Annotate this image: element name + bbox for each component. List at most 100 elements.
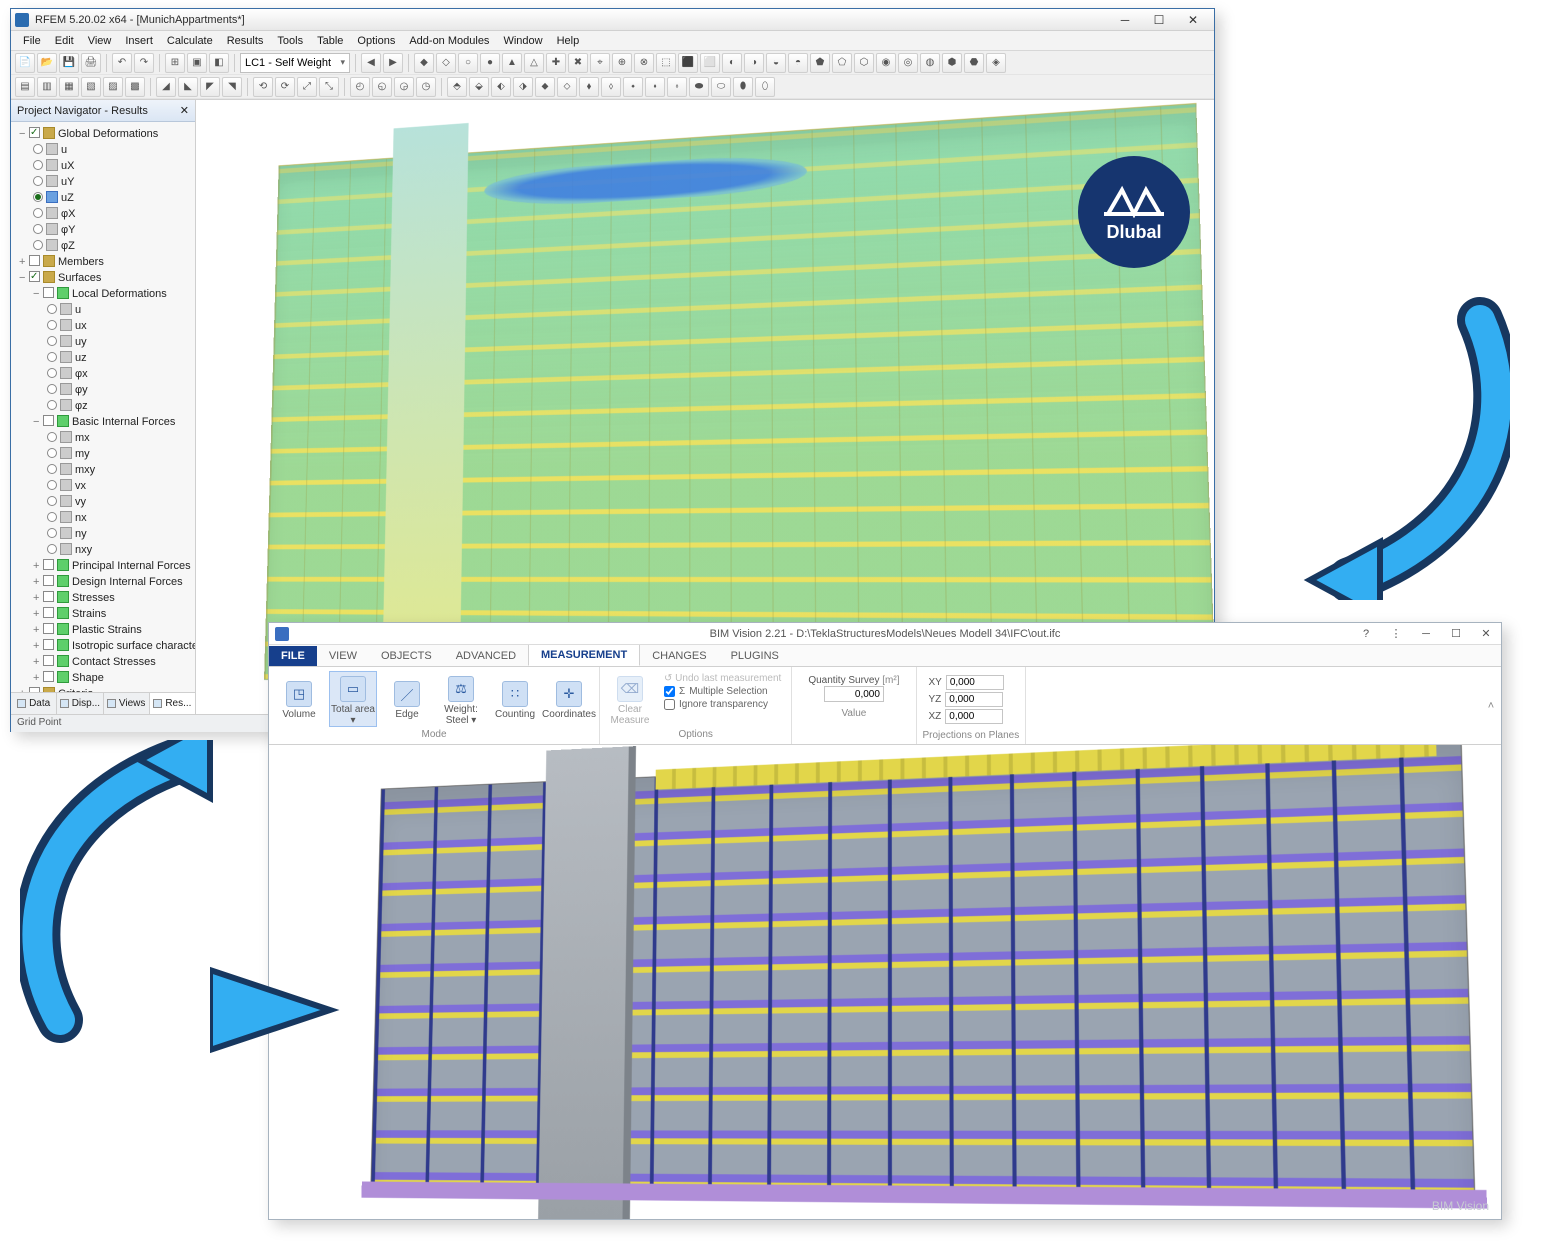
tree-phiy[interactable]: φY	[61, 224, 75, 236]
toolbar-icon[interactable]: ↷	[134, 53, 154, 73]
tree-uy[interactable]: uY	[61, 176, 74, 188]
tab-file[interactable]: FILE	[269, 646, 317, 666]
navigator-title[interactable]: Project Navigator - Results ✕	[11, 100, 195, 122]
toolbar-icon[interactable]: ◣	[178, 77, 198, 97]
toolbar-icon[interactable]: ▲	[502, 53, 522, 73]
nav-tab-disp[interactable]: Disp...	[57, 693, 103, 714]
toolbar-icon[interactable]: ⬙	[469, 77, 489, 97]
toolbar-icon[interactable]: ▣	[187, 53, 207, 73]
nav-tab-results[interactable]: Res...	[150, 693, 195, 714]
menu-results[interactable]: Results	[221, 33, 270, 49]
toolbar-icon[interactable]: ⬟	[810, 53, 830, 73]
toolbar-icon[interactable]: ⬜	[700, 53, 720, 73]
bim-minimize-button[interactable]: ─	[1411, 624, 1441, 644]
tree-basic-internal-forces[interactable]: Basic Internal Forces	[72, 416, 175, 428]
rfem-minimize-button[interactable]: ─	[1108, 10, 1142, 30]
tree-phiz[interactable]: φZ	[61, 240, 75, 252]
toolbar-icon[interactable]: ⬨	[601, 77, 621, 97]
toolbar-icon[interactable]: ⬣	[964, 53, 984, 73]
toolbar-icon[interactable]: ⬠	[832, 53, 852, 73]
quantity-survey-input[interactable]	[824, 686, 884, 702]
tree-vy[interactable]: vy	[75, 496, 86, 508]
mode-weight-button[interactable]: ⚖Weight: Steel ▾	[437, 671, 485, 727]
tree-contact-stresses[interactable]: Contact Stresses	[72, 656, 156, 668]
tree-mx[interactable]: mx	[75, 432, 90, 444]
toolbar-icon[interactable]: ✚	[546, 53, 566, 73]
toolbar-icon[interactable]: ◷	[416, 77, 436, 97]
rfem-close-button[interactable]: ✕	[1176, 10, 1210, 30]
tree-nxy[interactable]: nxy	[75, 544, 92, 556]
toolbar-icon[interactable]: ⊞	[165, 53, 185, 73]
tree-uz[interactable]: uZ	[61, 192, 74, 204]
toolbar-icon[interactable]: ⬥	[535, 77, 555, 97]
menu-calculate[interactable]: Calculate	[161, 33, 219, 49]
toolbar-icon[interactable]: ◵	[372, 77, 392, 97]
bim-titlebar[interactable]: BIM Vision 2.21 - D:\TeklaStructuresMode…	[269, 623, 1501, 645]
tree-surfaces[interactable]: Surfaces	[58, 272, 101, 284]
toolbar-icon[interactable]: ◓	[788, 53, 808, 73]
toolbar-icon[interactable]: ⤡	[319, 77, 339, 97]
toolbar-icon[interactable]: ⤢	[297, 77, 317, 97]
toolbar-icon[interactable]: ⬛	[678, 53, 698, 73]
tree-stresses[interactable]: Stresses	[72, 592, 115, 604]
toolbar-icon[interactable]: 📂	[37, 53, 57, 73]
toolbar-icon[interactable]: ▶	[383, 53, 403, 73]
toolbar-icon[interactable]: ◑	[744, 53, 764, 73]
toolbar-icon[interactable]: ⬭	[711, 77, 731, 97]
tab-plugins[interactable]: PLUGINS	[719, 646, 791, 666]
tree-principal-if[interactable]: Principal Internal Forces	[72, 560, 191, 572]
tree-members[interactable]: Members	[58, 256, 104, 268]
tree-mxy[interactable]: mxy	[75, 464, 95, 476]
tree-lphix[interactable]: φx	[75, 368, 88, 380]
toolbar-icon[interactable]: ◇	[436, 53, 456, 73]
tree-luy[interactable]: uy	[75, 336, 87, 348]
menu-edit[interactable]: Edit	[49, 33, 80, 49]
tree-design-if[interactable]: Design Internal Forces	[72, 576, 183, 588]
nav-tab-views[interactable]: Views	[104, 693, 150, 714]
toolbar-icon[interactable]: ⌖	[590, 53, 610, 73]
mode-total-area-button[interactable]: ▭Total area ▾	[329, 671, 377, 727]
bim-more-button[interactable]: ⋮	[1381, 624, 1411, 644]
tree-vx[interactable]: vx	[75, 480, 86, 492]
rfem-menubar[interactable]: File Edit View Insert Calculate Results …	[11, 31, 1214, 51]
toolbar-icon[interactable]: ⬢	[942, 53, 962, 73]
ignore-transparency-checkbox[interactable]: Ignore transparency	[664, 699, 781, 710]
menu-view[interactable]: View	[82, 33, 118, 49]
bim-ribbon-tabs[interactable]: FILE VIEW OBJECTS ADVANCED MEASUREMENT C…	[269, 645, 1501, 667]
proj-xz-input[interactable]	[945, 709, 1003, 724]
toolbar-icon[interactable]: ⬡	[854, 53, 874, 73]
tree-luz[interactable]: uz	[75, 352, 87, 364]
menu-help[interactable]: Help	[551, 33, 586, 49]
multiple-selection-checkbox[interactable]: Σ Multiple Selection	[664, 686, 781, 697]
toolbar-icon[interactable]: ⬗	[513, 77, 533, 97]
proj-yz-input[interactable]	[945, 692, 1003, 707]
toolbar-icon[interactable]: ⬮	[733, 77, 753, 97]
toolbar-icon[interactable]: ↶	[112, 53, 132, 73]
tree-shape[interactable]: Shape	[72, 672, 104, 684]
toolbar-icon[interactable]: ●	[480, 53, 500, 73]
toolbar-icon[interactable]: ◀	[361, 53, 381, 73]
toolbar-icon[interactable]: ◐	[722, 53, 742, 73]
menu-file[interactable]: File	[17, 33, 47, 49]
menu-table[interactable]: Table	[311, 33, 349, 49]
toolbar-icon[interactable]: ▨	[103, 77, 123, 97]
toolbar-icon[interactable]: ◈	[986, 53, 1006, 73]
toolbar-icon[interactable]: 🖨	[81, 53, 101, 73]
toolbar-icon[interactable]: ⬧	[579, 77, 599, 97]
menu-options[interactable]: Options	[351, 33, 401, 49]
menu-addon[interactable]: Add-on Modules	[403, 33, 495, 49]
tree-strains[interactable]: Strains	[72, 608, 106, 620]
mode-edge-button[interactable]: ／Edge	[383, 671, 431, 727]
toolbar-icon[interactable]: ○	[458, 53, 478, 73]
tree-lux[interactable]: ux	[75, 320, 87, 332]
toolbar-icon[interactable]: ⊗	[634, 53, 654, 73]
bim-maximize-button[interactable]: ☐	[1441, 624, 1471, 644]
bim-help-button[interactable]: ?	[1351, 624, 1381, 644]
navigator-tabs[interactable]: Data Disp... Views Res...	[11, 692, 195, 714]
toolbar-icon[interactable]: ◴	[350, 77, 370, 97]
loadcase-combo[interactable]: LC1 - Self Weight	[240, 53, 350, 73]
toolbar-icon[interactable]: △	[524, 53, 544, 73]
nav-tab-data[interactable]: Data	[11, 693, 57, 714]
toolbar-icon[interactable]: ⬯	[755, 77, 775, 97]
toolbar-icon[interactable]: ◉	[876, 53, 896, 73]
